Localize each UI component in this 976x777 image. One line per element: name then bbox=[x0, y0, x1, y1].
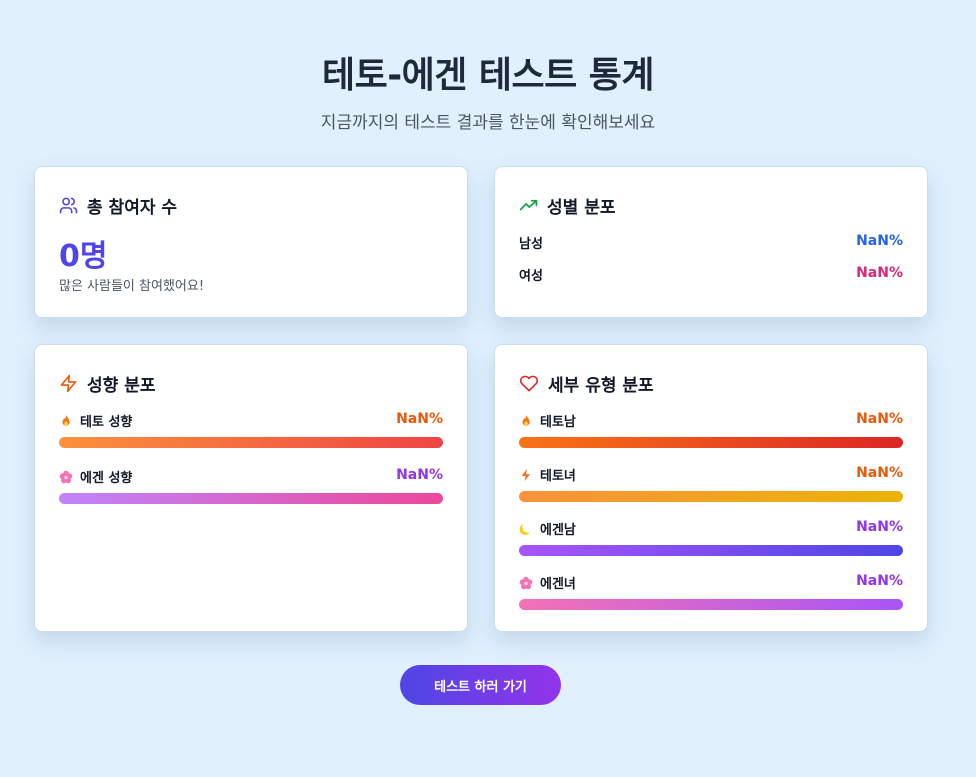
flower-icon bbox=[59, 470, 73, 484]
type-value-teto-male: NaN% bbox=[856, 411, 903, 427]
type-label-teto-female: 테토녀 bbox=[540, 469, 576, 484]
tendency-value-teto: NaN% bbox=[396, 411, 443, 427]
type-row-egen-female: 에겐녀 bbox=[519, 573, 576, 592]
gender-label-female: 여성 bbox=[519, 269, 543, 284]
tendency-bar-teto bbox=[59, 437, 443, 448]
type-distribution-card: 세부 유형 분포 테토남 NaN% 테토녀 NaN% 에겐남 NaN% 에겐녀 … bbox=[494, 344, 928, 632]
total-participants-card: 총 참여자 수 0명 많은 사람들이 참여했어요! bbox=[34, 166, 468, 318]
fire-icon bbox=[59, 414, 73, 428]
gender-card-title: 성별 분포 bbox=[547, 198, 616, 218]
type-bar-teto-male bbox=[519, 437, 903, 448]
type-label-egen-female: 에겐녀 bbox=[540, 577, 576, 592]
fire-icon bbox=[519, 414, 533, 428]
total-card-title: 총 참여자 수 bbox=[87, 198, 178, 218]
take-test-button[interactable]: 테스트 하러 가기 bbox=[400, 665, 561, 705]
type-card-title: 세부 유형 분포 bbox=[548, 376, 654, 396]
trending-up-icon bbox=[519, 196, 538, 215]
type-label-teto-male: 테토남 bbox=[540, 415, 576, 430]
lightning-icon bbox=[59, 374, 78, 393]
type-row-teto-female: 테토녀 bbox=[519, 465, 576, 484]
flower-icon bbox=[519, 576, 533, 590]
tendency-value-egen: NaN% bbox=[396, 467, 443, 483]
type-value-egen-male: NaN% bbox=[856, 519, 903, 535]
type-bar-teto-female bbox=[519, 491, 903, 502]
gender-distribution-card: 성별 분포 남성 NaN% 여성 NaN% bbox=[494, 166, 928, 318]
tendency-label-egen: 에겐 성향 bbox=[80, 471, 133, 486]
type-bar-egen-male bbox=[519, 545, 903, 556]
page-subtitle: 지금까지의 테스트 결과를 한눈에 확인해보세요 bbox=[320, 113, 656, 133]
type-value-teto-female: NaN% bbox=[856, 465, 903, 481]
type-row-teto-male: 테토남 bbox=[519, 411, 576, 430]
tendency-row-teto: 테토 성향 bbox=[59, 411, 132, 430]
page-title: 테토-에겐 테스트 통계 bbox=[321, 55, 655, 96]
type-value-egen-female: NaN% bbox=[856, 573, 903, 589]
moon-icon bbox=[519, 522, 533, 536]
heart-icon bbox=[519, 374, 539, 393]
gender-label-male: 남성 bbox=[519, 237, 543, 252]
gender-value-female: NaN% bbox=[856, 265, 903, 281]
type-label-egen-male: 에겐남 bbox=[540, 523, 576, 538]
tendency-label-teto: 테토 성향 bbox=[80, 415, 133, 430]
participant-count: 0명 bbox=[59, 239, 108, 274]
tendency-card-title: 성향 분포 bbox=[87, 376, 156, 396]
type-row-egen-male: 에겐남 bbox=[519, 519, 576, 538]
gender-value-male: NaN% bbox=[856, 233, 903, 249]
tendency-row-egen: 에겐 성향 bbox=[59, 467, 132, 486]
participant-note: 많은 사람들이 참여했어요! bbox=[59, 279, 205, 294]
tendency-distribution-card: 성향 분포 테토 성향 NaN% 에겐 성향 NaN% bbox=[34, 344, 468, 632]
lightning-icon bbox=[519, 468, 533, 482]
users-icon bbox=[59, 196, 78, 215]
tendency-bar-egen bbox=[59, 493, 443, 504]
type-bar-egen-female bbox=[519, 599, 903, 610]
